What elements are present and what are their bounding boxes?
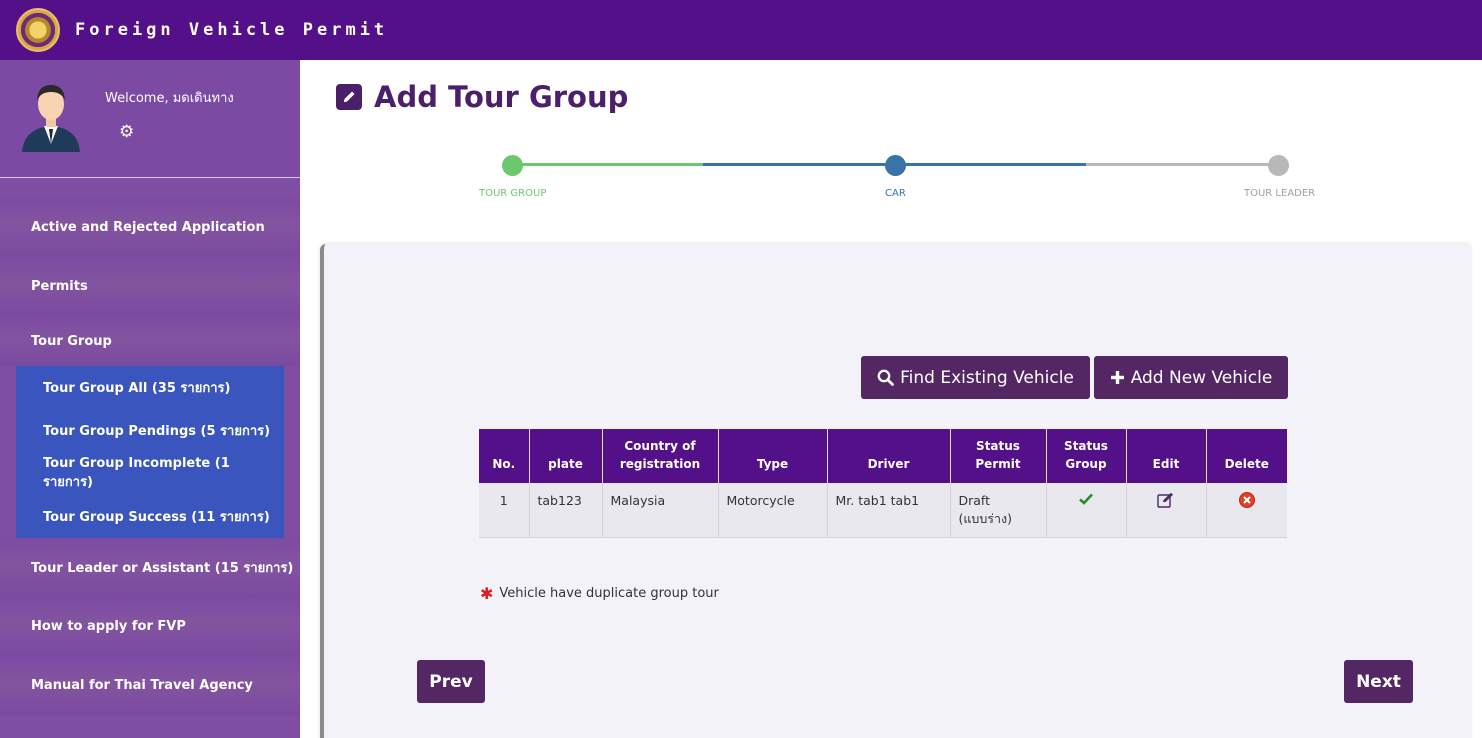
- sidebar: Welcome, มดเดินทาง ⚙ Active and Rejected…: [0, 60, 300, 738]
- column-header-status-group: Status Group: [1046, 429, 1127, 483]
- cell-edit: [1126, 483, 1207, 538]
- plus-icon: [1110, 371, 1124, 384]
- step-dot-car: [885, 155, 906, 176]
- prev-button-label: Prev: [429, 671, 473, 692]
- step-label-tour-group: TOUR GROUP: [479, 188, 547, 199]
- status-permit-subtext: (แบบร่าง): [958, 511, 1013, 526]
- cell-type: Motorcycle: [718, 483, 828, 538]
- user-profile: Welcome, มดเดินทาง ⚙: [0, 60, 300, 178]
- find-existing-vehicle-button[interactable]: Find Existing Vehicle: [861, 356, 1090, 399]
- column-header-status-permit-line2: Permit: [975, 457, 1021, 471]
- vehicle-table: No. plate Country of registration Type Dr…: [479, 429, 1287, 538]
- duplicate-note-text: Vehicle have duplicate group tour: [499, 586, 719, 601]
- cell-no: 1: [479, 483, 530, 538]
- column-header-status-permit: Status Permit: [950, 429, 1047, 483]
- column-header-type: Type: [718, 429, 828, 483]
- table-header-row: No. plate Country of registration Type Dr…: [479, 429, 1287, 483]
- asterisk-icon: ✱: [480, 584, 494, 603]
- column-header-country-line1: Country of: [624, 439, 696, 453]
- step-label-tour-leader: TOUR LEADER: [1244, 188, 1316, 199]
- sidebar-item-active-rejected[interactable]: Active and Rejected Application: [0, 198, 300, 257]
- sidebar-item-tour-group[interactable]: Tour Group: [0, 316, 300, 366]
- sidebar-item-tour-leader[interactable]: Tour Leader or Assistant (15 รายการ): [0, 538, 300, 597]
- step-dot-tour-group: [502, 155, 523, 176]
- submenu-item-tour-group-pendings[interactable]: Tour Group Pendings (5 รายการ): [16, 409, 284, 452]
- add-new-vehicle-button[interactable]: Add New Vehicle: [1094, 356, 1288, 399]
- step-connector-pending: [1086, 163, 1278, 166]
- column-header-plate: plate: [529, 429, 603, 483]
- cell-status-permit: Draft (แบบร่าง): [950, 483, 1047, 538]
- submenu-item-label: Tour Group All (35 รายการ): [43, 381, 231, 396]
- sidebar-item-how-to-apply[interactable]: How to apply for FVP: [0, 597, 300, 656]
- submenu-item-tour-group-success[interactable]: Tour Group Success (11 รายการ): [16, 495, 284, 538]
- table-row: 1 tab123 Malaysia Motorcycle Mr. tab1 ta…: [479, 483, 1287, 538]
- welcome-text: Welcome, มดเดินทาง: [105, 91, 234, 106]
- cell-status-group: [1046, 483, 1127, 538]
- sidebar-item-label: Tour Group: [31, 333, 112, 349]
- next-button[interactable]: Next: [1344, 660, 1413, 703]
- submenu-item-label: Tour Group Incomplete (1 รายการ): [43, 455, 230, 490]
- find-existing-vehicle-label: Find Existing Vehicle: [900, 367, 1074, 388]
- cell-country: Malaysia: [602, 483, 719, 538]
- step-dot-tour-leader: [1268, 155, 1289, 176]
- avatar: [22, 85, 80, 152]
- sidebar-item-label: Manual for Thai Travel Agency: [31, 678, 253, 693]
- cell-driver: Mr. tab1 tab1: [827, 483, 951, 538]
- next-button-label: Next: [1356, 671, 1401, 692]
- column-header-edit: Edit: [1126, 429, 1207, 483]
- search-icon: [877, 369, 895, 386]
- column-header-delete: Delete: [1206, 429, 1287, 483]
- check-icon: [1079, 493, 1093, 505]
- column-header-status-permit-line1: Status: [976, 439, 1020, 453]
- cell-plate: tab123: [529, 483, 603, 538]
- sidebar-nav: Active and Rejected Application Permits …: [0, 178, 300, 715]
- tour-group-submenu: Tour Group All (35 รายการ) Tour Group Pe…: [16, 366, 284, 538]
- step-connector-done: [512, 163, 703, 166]
- submenu-item-label: Tour Group Success (11 รายการ): [43, 510, 270, 525]
- sidebar-item-label: How to apply for FVP: [31, 619, 186, 634]
- edit-icon: [336, 84, 362, 110]
- cell-delete: [1206, 483, 1287, 538]
- sidebar-item-label: Tour Leader or Assistant (15 รายการ): [31, 561, 294, 576]
- delete-icon[interactable]: [1238, 492, 1255, 508]
- column-header-country: Country of registration: [602, 429, 719, 483]
- step-connector-active: [703, 163, 895, 166]
- sidebar-item-label: Active and Rejected Application: [31, 220, 265, 235]
- page-header: Add Tour Group: [336, 80, 628, 114]
- page-title: Add Tour Group: [374, 80, 629, 114]
- column-header-status-group-line1: Status: [1064, 439, 1108, 453]
- edit-icon[interactable]: [1157, 492, 1175, 508]
- step-label-car: CAR: [885, 188, 906, 199]
- gear-icon[interactable]: ⚙: [119, 124, 134, 141]
- sidebar-item-label: Permits: [31, 279, 88, 294]
- top-bar: Foreign Vehicle Permit: [0, 0, 1482, 60]
- app-title: Foreign Vehicle Permit: [75, 20, 389, 40]
- step-connector-active: [895, 163, 1086, 166]
- column-header-no: No.: [479, 429, 530, 483]
- duplicate-note: ✱ Vehicle have duplicate group tour: [480, 584, 719, 603]
- government-seal-logo: [16, 8, 60, 52]
- add-new-vehicle-label: Add New Vehicle: [1130, 367, 1273, 388]
- prev-button[interactable]: Prev: [417, 660, 485, 703]
- column-header-status-group-line2: Group: [1065, 457, 1107, 471]
- submenu-item-tour-group-all[interactable]: Tour Group All (35 รายการ): [16, 366, 284, 409]
- submenu-item-label: Tour Group Pendings (5 รายการ): [43, 424, 271, 439]
- column-header-driver: Driver: [827, 429, 951, 483]
- submenu-item-tour-group-incomplete[interactable]: Tour Group Incomplete (1 รายการ): [16, 452, 284, 495]
- sidebar-item-manual[interactable]: Manual for Thai Travel Agency: [0, 656, 300, 715]
- status-permit-text: Draft: [958, 493, 991, 508]
- column-header-country-line2: registration: [619, 457, 701, 471]
- sidebar-item-permits[interactable]: Permits: [0, 257, 300, 316]
